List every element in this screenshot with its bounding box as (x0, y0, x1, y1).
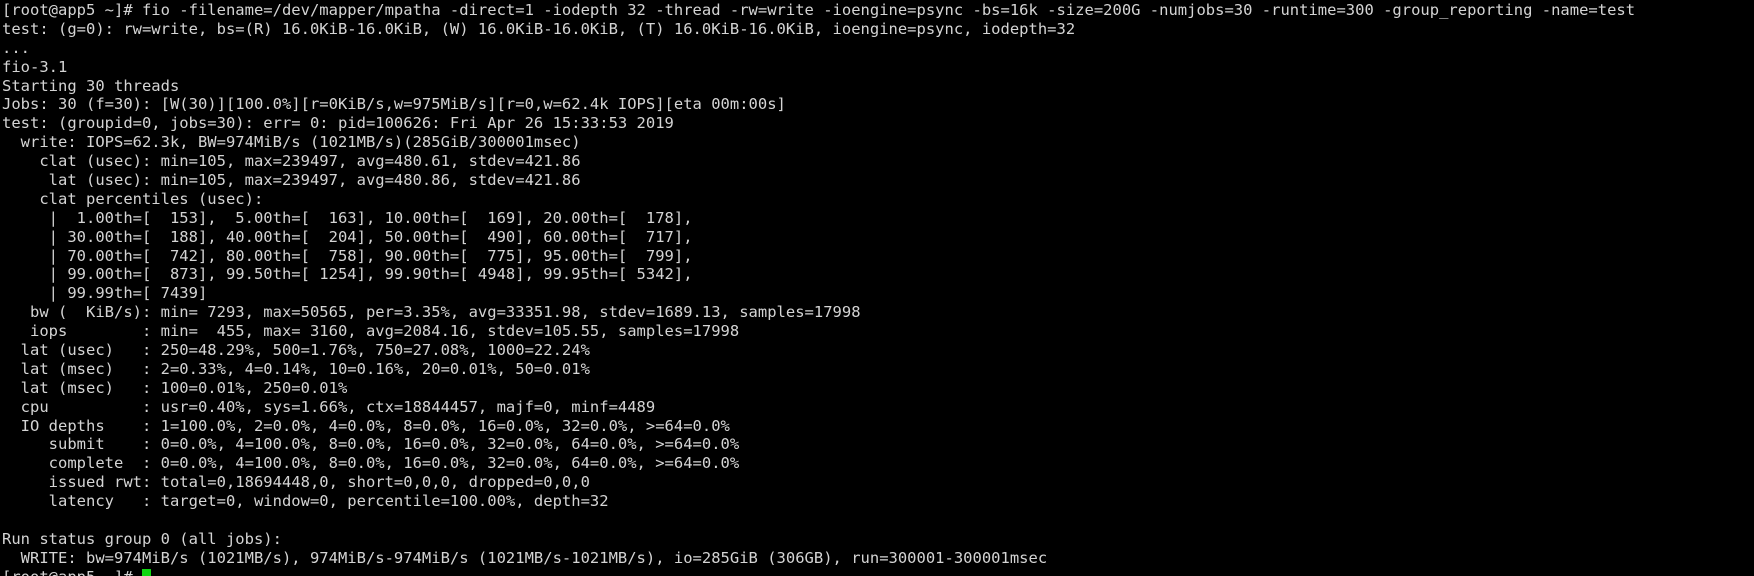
io-submit-line: submit : 0=0.0%, 4=100.0%, 8=0.0%, 16=0.… (2, 435, 740, 454)
lat-usec-distribution-line: lat (usec) : 250=48.29%, 500=1.76%, 750=… (2, 341, 590, 360)
job-description-line: test: (g=0): rw=write, bs=(R) 16.0KiB-16… (2, 19, 1076, 38)
lat-line: lat (usec): min=105, max=239497, avg=480… (2, 171, 581, 190)
io-complete-line: complete : 0=0.0%, 4=100.0%, 8=0.0%, 16=… (2, 454, 740, 473)
clat-percentiles-header: clat percentiles (usec): (2, 189, 264, 208)
percentile-row: | 70.00th=[ 742], 80.00th=[ 758], 90.00t… (2, 246, 693, 265)
latency-target-line: latency : target=0, window=0, percentile… (2, 492, 609, 511)
lat-msec-distribution-line: lat (msec) : 100=0.01%, 250=0.01% (2, 378, 348, 397)
percentile-row: | 30.00th=[ 188], 40.00th=[ 204], 50.00t… (2, 227, 693, 246)
percentile-row: | 99.99th=[ 7439] (2, 284, 208, 303)
write-run-status-line: WRITE: bw=974MiB/s (1021MB/s), 974MiB/s-… (2, 548, 1048, 567)
starting-threads-line: Starting 30 threads (2, 76, 180, 95)
percentile-row: | 99.00th=[ 873], 99.50th=[ 1254], 99.90… (2, 265, 693, 284)
percentile-row: | 1.00th=[ 153], 5.00th=[ 163], 10.00th=… (2, 208, 693, 227)
issued-rwt-line: issued rwt: total=0,18694448,0, short=0,… (2, 473, 590, 492)
output-line: ... (2, 38, 30, 57)
bandwidth-stats-line: bw ( KiB/s): min= 7293, max=50565, per=3… (2, 303, 861, 322)
prompt-line[interactable]: [root@app5 ~]# (2, 568, 1754, 576)
fio-version-line: fio-3.1 (2, 57, 68, 76)
test-group-line: test: (groupid=0, jobs=30): err= 0: pid=… (2, 114, 674, 133)
cpu-stats-line: cpu : usr=0.40%, sys=1.66%, ctx=18844457… (2, 397, 656, 416)
run-status-header: Run status group 0 (all jobs): (2, 529, 282, 548)
io-depths-line: IO depths : 1=100.0%, 2=0.0%, 4=0.0%, 8=… (2, 416, 730, 435)
iops-stats-line: iops : min= 455, max= 3160, avg=2084.16,… (2, 322, 740, 341)
shell-prompt: [root@app5 ~]# (2, 568, 142, 576)
lat-msec-distribution-line: lat (msec) : 2=0.33%, 4=0.14%, 10=0.16%,… (2, 359, 590, 378)
terminal-cursor (141, 568, 151, 576)
jobs-status-line: Jobs: 30 (f=30): [W(30)][100.0%][r=0KiB/… (2, 95, 786, 114)
command-line: [root@app5 ~]# fio -filename=/dev/mapper… (2, 1, 1636, 19)
terminal-window[interactable]: [root@app5 ~]# fio -filename=/dev/mapper… (0, 0, 1754, 576)
clat-line: clat (usec): min=105, max=239497, avg=48… (2, 152, 581, 171)
write-summary-line: write: IOPS=62.3k, BW=974MiB/s (1021MB/s… (2, 133, 581, 152)
